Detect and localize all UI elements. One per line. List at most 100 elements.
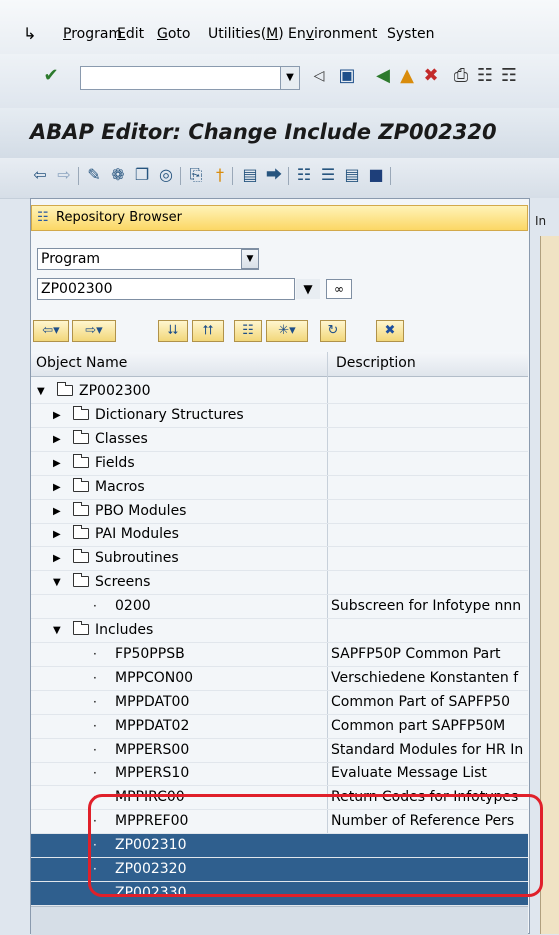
toolbar-separator [232,167,233,185]
tree-row[interactable]: ▶ Fields [31,452,528,475]
tree-row[interactable]: ▶ Classes [31,428,528,451]
collapsed-triangle-icon[interactable]: ▶ [53,547,61,570]
menu-item-1[interactable]: Edit [117,26,144,42]
info-icon[interactable]: ■ [366,163,386,187]
expanded-triangle-icon[interactable]: ▼ [37,380,45,403]
collapsed-triangle-icon[interactable]: ▶ [53,404,61,427]
collapsed-triangle-icon[interactable]: ▶ [53,500,61,523]
tree-row[interactable]: · MPPCON00 Verschiedene Konstanten f [31,667,528,690]
print-icon[interactable]: ⎙ [450,63,472,89]
menu-item-3[interactable]: Utilities(M) [208,26,284,42]
enter-check-icon[interactable]: ✔ [40,63,62,89]
command-field[interactable] [80,66,300,90]
menu-exit-icon[interactable]: ↳ [23,24,36,43]
bullet-icon: · [93,647,97,661]
folder-icon [73,525,89,539]
collapse-icon[interactable]: ⮅ [192,320,224,342]
editor-tab[interactable]: In [535,210,559,232]
folder-icon [73,478,89,492]
menu-item-2[interactable]: Goto [157,26,190,42]
command-history-dropdown[interactable]: ▼ [280,67,299,89]
previous-object-button[interactable]: ⇦▾ [33,320,69,342]
refresh-icon[interactable]: ↻ [320,320,346,342]
collapsed-triangle-icon[interactable]: ▶ [53,428,61,451]
where-used-icon[interactable]: ⎘ [186,163,206,187]
repository-browser-title: Repository Browser [56,210,182,225]
tree-row[interactable]: ▼ Includes [31,619,528,642]
folder-icon [73,502,89,516]
other-object-icon[interactable]: ❐ [132,163,152,187]
object-type-dropdown-icon[interactable]: ▼ [241,249,259,269]
active-inactive-icon[interactable]: ❁ [108,163,128,187]
pattern-icon[interactable]: ▤ [240,163,260,187]
tree-row[interactable]: ▶ Dictionary Structures [31,404,528,427]
forward-arrow-icon[interactable]: ⇨ [54,163,74,187]
tree-row[interactable]: · MPPDAT02 Common part SAPFP50M [31,715,528,738]
tree-item-label: MPPDAT02 [115,718,190,734]
back-chevron-icon[interactable]: ◁ [308,63,330,89]
tree-row[interactable]: ▶ PAI Modules [31,523,528,546]
tree-row[interactable]: · 0200 Subscreen for Infotype nnn [31,595,528,618]
tree-item-label: MPPERS10 [115,765,190,781]
bullet-icon: · [93,599,97,613]
favorites-icon[interactable]: ✳▾ [266,320,308,342]
tree-item-label: 0200 [115,598,151,614]
tree-row[interactable]: ▼ Screens [31,571,528,594]
tree-item-label: Classes [95,431,148,447]
object-name-input[interactable]: ZP002300 [37,278,295,300]
column-header-object-name[interactable]: Object Name [36,355,127,371]
object-name-dropdown-icon[interactable]: ▼ [296,279,320,299]
up-one-level-icon[interactable]: ⮇ [158,320,188,342]
display-change-icon[interactable]: ✎ [84,163,104,187]
next-object-button[interactable]: ⇨▾ [72,320,116,342]
find-next-icon[interactable]: ☶ [498,63,520,89]
object-type-select[interactable]: Program [37,248,259,270]
tree-row[interactable]: · MPPERS00 Standard Modules for HR In [31,739,528,762]
test-icon[interactable]: † [210,163,230,187]
find-icon[interactable]: ☷ [474,63,496,89]
tree-row[interactable]: ▶ Macros [31,476,528,499]
tree-row[interactable]: ▶ PBO Modules [31,500,528,523]
toolbar-separator [390,167,391,185]
tree-row[interactable]: ▼ ZP002300 [31,380,528,403]
activate-icon[interactable]: ◎ [156,163,176,187]
highlight-annotation [88,794,543,897]
tree-item-description: Common part SAPFP50M [331,718,506,734]
expanded-triangle-icon[interactable]: ▼ [53,571,61,594]
tree-row[interactable]: · FP50PPSB SAPFP50P Common Part [31,643,528,666]
cancel-icon[interactable]: ✖ [420,63,442,89]
tree-hierarchy-icon[interactable]: ☷ [234,320,262,342]
tree-row[interactable]: · MPPERS10 Evaluate Message List [31,762,528,785]
folder-icon [73,406,89,420]
pretty-printer-icon[interactable]: ⮕ [264,163,284,187]
collapsed-triangle-icon[interactable]: ▶ [53,523,61,546]
window-icon[interactable]: ▤ [342,163,362,187]
page-title: ABAP Editor: Change Include ZP002320 [30,120,497,144]
tree-row[interactable]: · MPPDAT00 Common Part of SAPFP50 [31,691,528,714]
hierarchy-icon[interactable]: ☷ [294,163,314,187]
tree-item-label: Dictionary Structures [95,407,244,423]
toolbar-separator [78,167,79,185]
close-browser-icon[interactable]: ✖ [376,320,404,342]
menu-item-4[interactable]: Environment [288,26,377,42]
folder-icon [73,621,89,635]
display-list-icon[interactable]: ☰ [318,163,338,187]
tree-item-label: Subroutines [95,550,179,566]
tree-item-label: Macros [95,479,145,495]
exit-icon[interactable]: ▲ [396,63,418,89]
repository-browser-header: ☷ Repository Browser [31,205,528,231]
toolbar-separator [180,167,181,185]
column-header-description[interactable]: Description [336,355,416,371]
save-icon[interactable]: ▣ [336,63,358,89]
menu-item-5[interactable]: Systen [387,26,434,42]
tree-item-description: Subscreen for Infotype nnn [331,598,522,614]
back-arrow-icon[interactable]: ⇦ [30,163,50,187]
back-icon[interactable]: ◀ [372,63,394,89]
display-glasses-icon[interactable]: ∞ [326,279,352,299]
expanded-triangle-icon[interactable]: ▼ [53,619,61,642]
collapsed-triangle-icon[interactable]: ▶ [53,452,61,475]
collapsed-triangle-icon[interactable]: ▶ [53,476,61,499]
tree-row[interactable]: ▶ Subroutines [31,547,528,570]
menu-item-0[interactable]: Program [63,26,122,42]
bullet-icon: · [93,743,97,757]
